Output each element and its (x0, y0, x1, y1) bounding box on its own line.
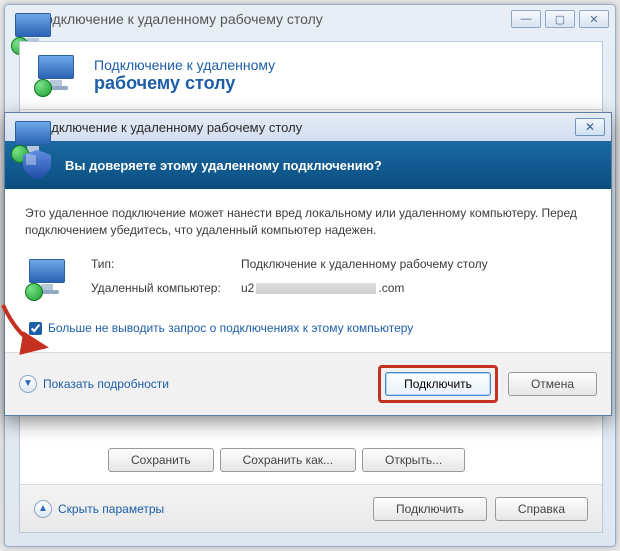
type-value: Подключение к удаленному рабочему столу (241, 257, 488, 271)
type-label: Тип: (91, 257, 241, 271)
save-button[interactable]: Сохранить (108, 448, 214, 472)
dialog-titlebar[interactable]: Подключение к удаленному рабочему столу … (5, 113, 611, 141)
hide-options-link[interactable]: Скрыть параметры (58, 502, 164, 516)
trust-dialog: Подключение к удаленному рабочему столу … (4, 112, 612, 416)
chevron-up-icon[interactable]: ▲ (34, 500, 52, 518)
dialog-title: Подключение к удаленному рабочему столу (35, 120, 302, 135)
dialog-question: Вы доверяете этому удаленному подключени… (65, 158, 382, 173)
dialog-body: Это удаленное подключение может нанести … (5, 189, 611, 352)
connect-highlight: Подключить (378, 365, 498, 403)
red-arrow-annotation (0, 301, 59, 341)
show-details-link[interactable]: ▼ Показать подробности (19, 375, 169, 393)
cancel-button[interactable]: Отмена (508, 372, 597, 396)
dont-ask-checkbox-row[interactable]: Больше не выводить запрос о подключениях… (25, 319, 591, 338)
rdp-icon (25, 257, 71, 295)
close-button[interactable]: ✕ (579, 10, 609, 28)
dialog-question-band: Вы доверяете этому удаленному подключени… (5, 141, 611, 189)
connect-button[interactable]: Подключить (385, 372, 491, 396)
main-header: Подключение к удаленному рабочему столу (20, 42, 602, 110)
maximize-button[interactable]: ▢ (545, 10, 575, 28)
save-as-button[interactable]: Сохранить как... (220, 448, 356, 472)
main-footer: ▲ Скрыть параметры Подключить Справка (20, 484, 602, 532)
redacted-host (256, 283, 376, 294)
open-button[interactable]: Открыть... (362, 448, 465, 472)
dialog-description: Это удаленное подключение может нанести … (25, 205, 591, 239)
save-button-row: Сохранить Сохранить как... Открыть... (108, 448, 465, 472)
info-block: Тип: Подключение к удаленному рабочему с… (25, 257, 591, 295)
host-value: u2.com (241, 281, 488, 295)
host-label: Удаленный компьютер: (91, 281, 241, 295)
main-titlebar[interactable]: Подключение к удаленному рабочему столу … (5, 5, 615, 33)
minimize-button[interactable]: — (511, 10, 541, 28)
rdp-icon (34, 53, 80, 99)
rdp-icon (11, 11, 27, 27)
chevron-down-icon: ▼ (19, 375, 37, 393)
dont-ask-label: Больше не выводить запрос о подключениях… (48, 321, 413, 335)
help-button[interactable]: Справка (495, 497, 588, 521)
main-title: Подключение к удаленному рабочему столу (35, 11, 323, 27)
dialog-close-button[interactable]: ✕ (575, 118, 605, 136)
header-line2: рабочему столу (94, 73, 275, 94)
rdp-icon (11, 119, 27, 135)
dialog-footer: ▼ Показать подробности Подключить Отмена (5, 352, 611, 415)
header-line1: Подключение к удаленному (94, 57, 275, 73)
shield-icon (23, 150, 51, 180)
footer-connect-button[interactable]: Подключить (373, 497, 487, 521)
